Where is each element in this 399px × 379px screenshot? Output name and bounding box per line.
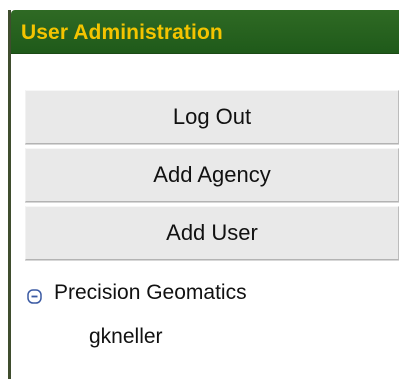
add-agency-button[interactable]: Add Agency bbox=[25, 148, 399, 202]
log-out-button[interactable]: Log Out bbox=[25, 90, 399, 144]
agency-node[interactable]: Precision Geomatics bbox=[27, 276, 387, 310]
user-item[interactable]: gkneller bbox=[89, 323, 387, 351]
panel-header: User Administration bbox=[11, 10, 399, 54]
add-user-button[interactable]: Add User bbox=[25, 206, 399, 260]
panel-title: User Administration bbox=[21, 21, 223, 44]
agency-label[interactable]: Precision Geomatics bbox=[54, 281, 247, 305]
user-admin-panel: User Administration Log Out Add Agency A… bbox=[8, 10, 399, 379]
admin-actions: Log Out Add Agency Add User bbox=[25, 90, 399, 264]
agency-users: gkneller bbox=[27, 323, 387, 351]
agency-tree: Precision Geomatics gkneller bbox=[27, 276, 387, 351]
collapse-toggle-icon[interactable] bbox=[27, 286, 42, 304]
